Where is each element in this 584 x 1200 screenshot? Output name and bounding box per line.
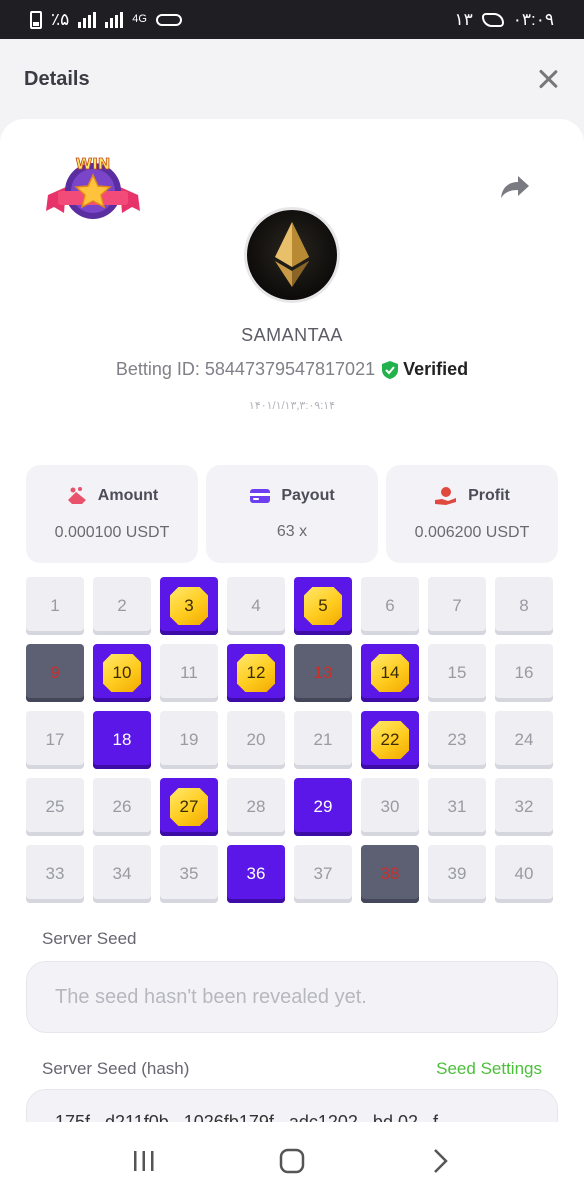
seed-settings-link[interactable]: Seed Settings bbox=[436, 1059, 542, 1079]
grid-tile-38[interactable]: 38 bbox=[361, 845, 419, 903]
grid-tile-17[interactable]: 17 bbox=[26, 711, 84, 769]
signal-icon bbox=[78, 11, 97, 28]
status-bar: ٪۵ 4G ۱۳ ۰۳:۰۹ bbox=[0, 0, 584, 39]
grid-tile-11[interactable]: 11 bbox=[160, 644, 218, 702]
grid-tile-14[interactable]: 14 bbox=[361, 644, 419, 702]
grid-tile-5[interactable]: 5 bbox=[294, 577, 352, 635]
grid-tile-7[interactable]: 7 bbox=[428, 577, 486, 635]
grid-tile-15[interactable]: 15 bbox=[428, 644, 486, 702]
verified-shield-icon bbox=[382, 360, 399, 379]
betting-id: Betting ID: 58447379547817021 bbox=[115, 359, 376, 379]
battery-percent: ٪۵ bbox=[51, 9, 70, 29]
grid-tile-9[interactable]: 9 bbox=[26, 644, 84, 702]
win-badge-icon: WIN bbox=[46, 155, 140, 219]
grid-tile-40[interactable]: 40 bbox=[495, 845, 553, 903]
number-grid: 1 2 3 4 5 6 7 8 9 10 11 12 13 14 15 16 17 18 19 20 21 22 23 24 2… bbox=[26, 577, 558, 903]
grid-tile-30[interactable]: 30 bbox=[361, 778, 419, 836]
share-icon[interactable] bbox=[500, 174, 530, 200]
grid-tile-16[interactable]: 16 bbox=[495, 644, 553, 702]
grid-tile-19[interactable]: 19 bbox=[160, 711, 218, 769]
stat-payout: Payout 63 x bbox=[206, 465, 378, 563]
stats-row: Amount 0.000100 USDT Payout 63 x Profit … bbox=[26, 465, 558, 563]
grid-tile-27[interactable]: 27 bbox=[160, 778, 218, 836]
gold-gem-icon: 3 bbox=[170, 587, 208, 625]
stat-profit-value: 0.006200 USDT bbox=[414, 524, 530, 541]
server-seed-field[interactable]: The seed hasn't been revealed yet. bbox=[26, 961, 558, 1033]
grid-tile-29[interactable]: 29 bbox=[294, 778, 352, 836]
grid-tile-3[interactable]: 3 bbox=[160, 577, 218, 635]
grid-tile-2[interactable]: 2 bbox=[93, 577, 151, 635]
details-card: WIN SAMANTAA Betting ID: 584473795478170… bbox=[0, 119, 584, 1122]
grid-tile-35[interactable]: 35 bbox=[160, 845, 218, 903]
grid-tile-1[interactable]: 1 bbox=[26, 577, 84, 635]
amount-icon bbox=[67, 487, 86, 504]
gold-gem-icon: 10 bbox=[103, 654, 141, 692]
bet-timestamp: ۱۴۰۱/۱/۱۳,۳:۰۹:۱۴ bbox=[248, 400, 336, 412]
recent-apps-icon[interactable] bbox=[124, 1141, 164, 1181]
username: SAMANTAA bbox=[241, 325, 343, 345]
system-nav-bar bbox=[0, 1122, 584, 1200]
stat-amount: Amount 0.000100 USDT bbox=[26, 465, 198, 563]
status-left: ٪۵ 4G bbox=[30, 10, 182, 30]
betting-id-row: Betting ID: 58447379547817021 Verified bbox=[0, 359, 584, 380]
win-badge-text: WIN bbox=[76, 155, 111, 173]
network-type-label: 4G bbox=[132, 13, 147, 25]
grid-tile-21[interactable]: 21 bbox=[294, 711, 352, 769]
ethereum-logo-icon bbox=[275, 222, 309, 287]
verified-badge: Verified bbox=[381, 359, 468, 380]
payout-card-icon bbox=[250, 489, 271, 503]
stat-payout-value: 63 x bbox=[276, 523, 308, 540]
grid-tile-25[interactable]: 25 bbox=[26, 778, 84, 836]
grid-tile-22[interactable]: 22 bbox=[361, 711, 419, 769]
battery-icon bbox=[30, 10, 42, 29]
grid-tile-18[interactable]: 18 bbox=[93, 711, 151, 769]
grid-tile-36[interactable]: 36 bbox=[227, 845, 285, 903]
back-icon[interactable] bbox=[420, 1141, 460, 1181]
grid-tile-12[interactable]: 12 bbox=[227, 644, 285, 702]
grid-tile-28[interactable]: 28 bbox=[227, 778, 285, 836]
stat-payout-label: Payout bbox=[281, 487, 335, 504]
status-right: ۱۳ ۰۳:۰۹ bbox=[454, 10, 554, 30]
stat-profit: Profit 0.006200 USDT bbox=[386, 465, 558, 563]
grid-tile-8[interactable]: 8 bbox=[495, 577, 553, 635]
grid-tile-6[interactable]: 6 bbox=[361, 577, 419, 635]
stat-profit-label: Profit bbox=[468, 487, 510, 504]
grid-tile-32[interactable]: 32 bbox=[495, 778, 553, 836]
stat-amount-value: 0.000100 USDT bbox=[54, 524, 170, 541]
grid-tile-37[interactable]: 37 bbox=[294, 845, 352, 903]
home-icon[interactable] bbox=[272, 1141, 312, 1181]
server-seed-hash-label: Server Seed (hash) bbox=[42, 1059, 190, 1078]
gold-gem-icon: 5 bbox=[304, 587, 342, 625]
grid-tile-4[interactable]: 4 bbox=[227, 577, 285, 635]
grid-tile-26[interactable]: 26 bbox=[93, 778, 151, 836]
gold-gem-icon: 22 bbox=[371, 721, 409, 759]
grid-tile-31[interactable]: 31 bbox=[428, 778, 486, 836]
profit-hand-icon bbox=[435, 487, 457, 505]
grid-tile-33[interactable]: 33 bbox=[26, 845, 84, 903]
grid-tile-23[interactable]: 23 bbox=[428, 711, 486, 769]
grid-tile-20[interactable]: 20 bbox=[227, 711, 285, 769]
stat-amount-label: Amount bbox=[97, 487, 159, 504]
status-number: ۱۳ bbox=[454, 9, 473, 29]
close-icon[interactable] bbox=[536, 67, 560, 91]
gold-gem-icon: 27 bbox=[170, 788, 208, 826]
page-title: Details bbox=[24, 67, 90, 90]
grid-tile-10[interactable]: 10 bbox=[93, 644, 151, 702]
avatar bbox=[244, 207, 340, 303]
server-seed-label: Server Seed bbox=[42, 929, 137, 948]
gold-gem-icon: 12 bbox=[237, 654, 275, 692]
server-seed-hash-field[interactable]: 175f...d211f0b...1026fb179f...adc1202...… bbox=[26, 1089, 558, 1122]
details-header: Details bbox=[0, 39, 584, 119]
grid-tile-34[interactable]: 34 bbox=[93, 845, 151, 903]
vpn-key-icon bbox=[155, 13, 182, 26]
signal-icon-2 bbox=[105, 11, 124, 28]
data-saver-icon bbox=[481, 12, 504, 27]
grid-tile-13[interactable]: 13 bbox=[294, 644, 352, 702]
gold-gem-icon: 14 bbox=[371, 654, 409, 692]
verified-label: Verified bbox=[403, 359, 469, 379]
status-time: ۰۳:۰۹ bbox=[512, 9, 554, 29]
grid-tile-39[interactable]: 39 bbox=[428, 845, 486, 903]
grid-tile-24[interactable]: 24 bbox=[495, 711, 553, 769]
